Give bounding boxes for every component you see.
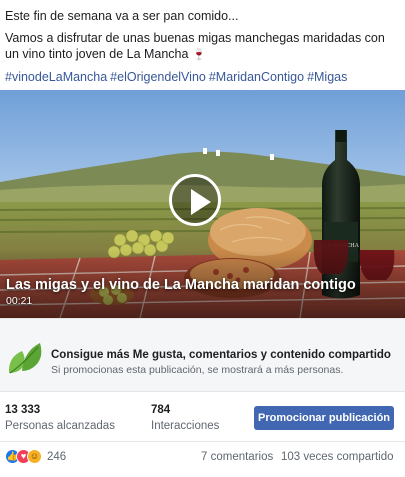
hashtag-maridancontigo[interactable]: #MaridanContigo	[209, 70, 304, 84]
shares-link[interactable]: 103 veces compartido	[281, 451, 394, 463]
promotion-subtitle: Si promocionas esta publicación, se most…	[51, 364, 344, 376]
post-text: Este fin de semana va a ser pan comido..…	[5, 8, 400, 85]
promotion-title: Consigue más Me gusta, comentarios y con…	[51, 349, 391, 361]
hashtag-elorigendelvino[interactable]: #elOrigendelVino	[110, 70, 206, 84]
video-duration: 00:21	[6, 295, 33, 307]
divider	[0, 441, 405, 442]
video-title: Las migas y el vino de La Mancha maridan…	[6, 277, 356, 293]
reach-label: Personas alcanzadas	[5, 420, 115, 432]
leaf-icon	[8, 343, 42, 374]
hashtag-migas[interactable]: #Migas	[307, 70, 347, 84]
promotion-tip: Consigue más Me gusta, comentarios y con…	[0, 318, 405, 392]
play-button[interactable]	[169, 174, 221, 226]
reaction-count: 246	[47, 451, 67, 463]
post-line-1: Este fin de semana va a ser pan comido..…	[5, 9, 239, 23]
play-icon	[191, 189, 211, 215]
wine-glass-icon: 🍷	[191, 49, 206, 61]
video-player[interactable]: LA MANCHA Las migas y el vino de La Manc…	[0, 90, 405, 318]
promote-post-button[interactable]: Promocionar publicación	[254, 406, 394, 430]
reach-value: 13 333	[5, 404, 41, 416]
post-line-2: Vamos a disfrutar de unas buenas migas m…	[5, 30, 400, 63]
haha-icon: ☺	[27, 449, 42, 464]
interactions-value: 784	[151, 404, 171, 416]
hashtag-list: #vinodeLaMancha #elOrigendelVino #MaridanC…	[5, 69, 400, 85]
interactions-label: Interacciones	[151, 420, 220, 432]
comments-link[interactable]: 7 comentarios	[201, 451, 273, 463]
hashtag-vinodelamancha[interactable]: #vinodeLaMancha	[5, 70, 107, 84]
